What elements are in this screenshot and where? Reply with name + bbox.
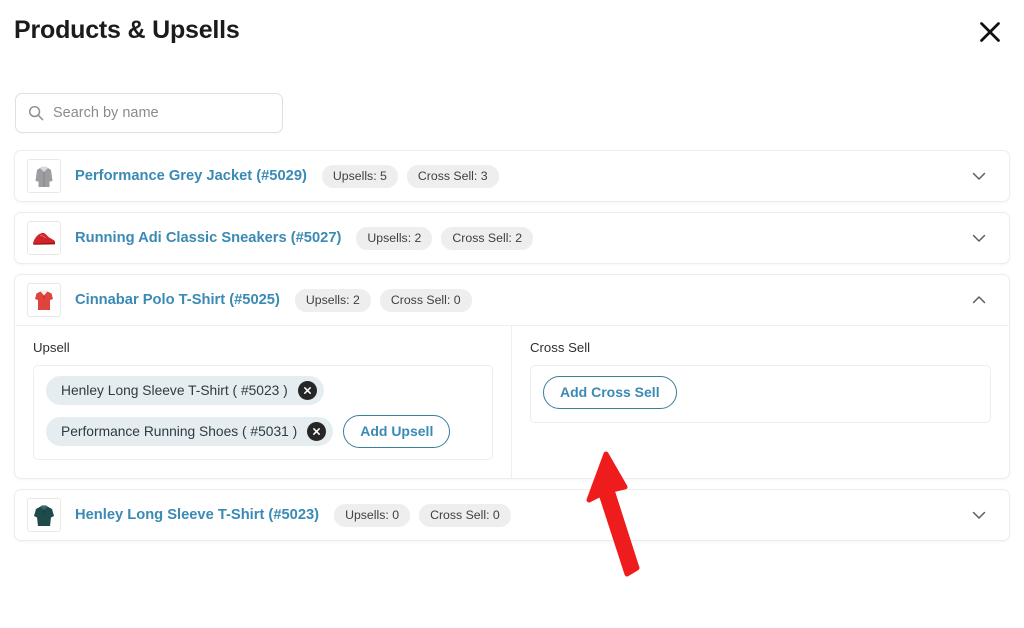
product-list: Performance Grey Jacket (#5029) Upsells:… (14, 150, 1010, 551)
cross-sell-badge: Cross Sell: 3 (406, 164, 499, 188)
product-name[interactable]: Performance Grey Jacket (#5029) (75, 168, 307, 184)
search-icon (28, 105, 44, 121)
upsell-chip-row: Performance Running Shoes ( #5031 ) Add … (46, 415, 480, 448)
product-card: Henley Long Sleeve T-Shirt (#5023) Upsel… (14, 489, 1010, 541)
red-polo-shirt-thumbnail (27, 283, 61, 317)
search-box[interactable] (15, 93, 283, 133)
add-cross-sell-button[interactable]: Add Cross Sell (543, 376, 677, 409)
upsell-chip-label: Henley Long Sleeve T-Shirt ( #5023 ) (61, 383, 288, 398)
upsell-chip[interactable]: Henley Long Sleeve T-Shirt ( #5023 ) (46, 376, 324, 405)
upsell-column: Upsell Henley Long Sleeve T-Shirt ( #502… (15, 326, 512, 478)
upsell-column-title: Upsell (33, 340, 70, 355)
product-card-expanded: Cinnabar Polo T-Shirt (#5025) Upsells: 2… (14, 274, 1010, 479)
product-card-header[interactable]: Performance Grey Jacket (#5029) Upsells:… (15, 151, 1009, 201)
cross-sell-badge: Cross Sell: 0 (379, 288, 472, 312)
upsell-chip[interactable]: Performance Running Shoes ( #5031 ) (46, 417, 334, 446)
cross-sell-column-title: Cross Sell (530, 340, 591, 355)
product-card: Performance Grey Jacket (#5029) Upsells:… (14, 150, 1010, 202)
product-badges: Upsells: 0 Cross Sell: 0 (334, 503, 511, 527)
grey-jacket-thumbnail (27, 159, 61, 193)
upsell-chip-row: Henley Long Sleeve T-Shirt ( #5023 ) (46, 376, 480, 405)
close-x-icon (977, 19, 1003, 45)
product-card-header[interactable]: Running Adi Classic Sneakers (#5027) Ups… (15, 213, 1009, 263)
cross-sell-column: Cross Sell Add Cross Sell (512, 326, 1009, 478)
remove-x-icon[interactable] (297, 381, 317, 400)
upsells-badge: Upsells: 2 (356, 226, 433, 250)
upsell-items-box: Henley Long Sleeve T-Shirt ( #5023 ) Per… (33, 365, 493, 460)
product-name[interactable]: Running Adi Classic Sneakers (#5027) (75, 230, 341, 246)
chevron-down-icon[interactable] (967, 503, 991, 527)
upsells-badge: Upsells: 0 (334, 503, 411, 527)
remove-x-icon[interactable] (307, 422, 327, 441)
cross-sell-badge: Cross Sell: 0 (419, 503, 511, 527)
product-card-header[interactable]: Henley Long Sleeve T-Shirt (#5023) Upsel… (15, 490, 1009, 540)
modal-header: Products & Upsells (0, 0, 1024, 64)
upsells-badge: Upsells: 2 (294, 288, 371, 312)
product-name[interactable]: Cinnabar Polo T-Shirt (#5025) (75, 292, 280, 308)
red-sneaker-thumbnail (27, 221, 61, 255)
close-button[interactable] (970, 12, 1010, 52)
products-upsells-modal: Products & Upsells Search by name Perfor… (0, 0, 1024, 628)
add-upsell-button[interactable]: Add Upsell (343, 415, 451, 448)
search-input[interactable] (53, 105, 263, 121)
product-badges: Upsells: 2 Cross Sell: 0 (294, 288, 472, 312)
cross-sell-badge: Cross Sell: 2 (441, 226, 534, 250)
upsell-chip-label: Performance Running Shoes ( #5031 ) (61, 424, 298, 439)
chevron-down-icon[interactable] (967, 164, 991, 188)
chevron-down-icon[interactable] (967, 226, 991, 250)
product-badges: Upsells: 5 Cross Sell: 3 (321, 164, 499, 188)
product-card: Running Adi Classic Sneakers (#5027) Ups… (14, 212, 1010, 264)
upsells-badge: Upsells: 5 (321, 164, 398, 188)
chevron-up-icon[interactable] (967, 288, 991, 312)
page-title: Products & Upsells (14, 16, 240, 44)
product-badges: Upsells: 2 Cross Sell: 2 (356, 226, 534, 250)
product-card-body: Upsell Henley Long Sleeve T-Shirt ( #502… (15, 325, 1009, 478)
cross-sell-items-box: Add Cross Sell (530, 365, 991, 423)
cross-sell-chip-row: Add Cross Sell (543, 376, 978, 409)
dark-teal-henley-thumbnail (27, 498, 61, 532)
product-card-header[interactable]: Cinnabar Polo T-Shirt (#5025) Upsells: 2… (15, 275, 1009, 325)
product-name[interactable]: Henley Long Sleeve T-Shirt (#5023) (75, 507, 319, 523)
